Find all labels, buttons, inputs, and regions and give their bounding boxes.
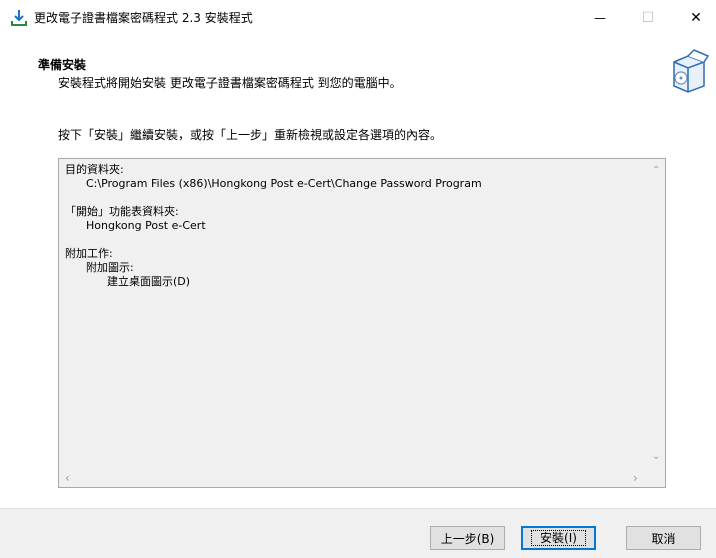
back-button-label: 上一步(B) [440,531,495,546]
install-button[interactable]: 安裝(I) [521,526,596,550]
window-title: 更改電子證書檔案密碼程式 2.3 安裝程式 [34,11,253,25]
minimize-icon: — [594,11,606,25]
page-subtitle: 安裝程式將開始安裝 更改電子證書檔案密碼程式 到您的電腦中。 [58,76,402,90]
vertical-scrollbar[interactable]: ⌃ ⌄ [648,159,665,471]
button-bar: 上一步(B) 安裝(I) 取消 [0,508,716,558]
close-icon: ✕ [690,10,702,26]
summary-text: 目的資料夾: C:\Program Files (x86)\Hongkong P… [65,163,482,288]
back-button[interactable]: 上一步(B) [430,526,505,550]
scroll-up-icon[interactable]: ⌃ [652,165,660,176]
download-install-icon [11,10,27,26]
software-box-icon [673,49,710,93]
scroll-left-icon[interactable]: ‹ [65,471,70,485]
page-title: 準備安裝 [38,58,87,72]
minimize-button[interactable]: — [580,0,620,36]
scroll-down-icon[interactable]: ⌄ [652,451,660,462]
horizontal-scrollbar[interactable]: ‹ › [59,470,648,487]
maximize-icon: ☐ [641,10,655,26]
title-bar[interactable]: 更改電子證書檔案密碼程式 2.3 安裝程式 — ☐ ✕ [0,0,716,36]
wizard-header: 準備安裝 安裝程式將開始安裝 更改電子證書檔案密碼程式 到您的電腦中。 [0,36,716,102]
install-button-label: 安裝(I) [531,530,586,546]
instruction-text: 按下「安裝」繼續安裝，或按「上一步」重新檢視或設定各選項的內容。 [58,128,443,142]
summary-memo-box[interactable]: 目的資料夾: C:\Program Files (x86)\Hongkong P… [58,158,666,488]
close-button[interactable]: ✕ [676,0,716,36]
cancel-button[interactable]: 取消 [626,526,701,550]
cancel-button-label: 取消 [651,531,676,546]
maximize-button: ☐ [628,0,668,36]
scroll-right-icon[interactable]: › [633,471,638,485]
